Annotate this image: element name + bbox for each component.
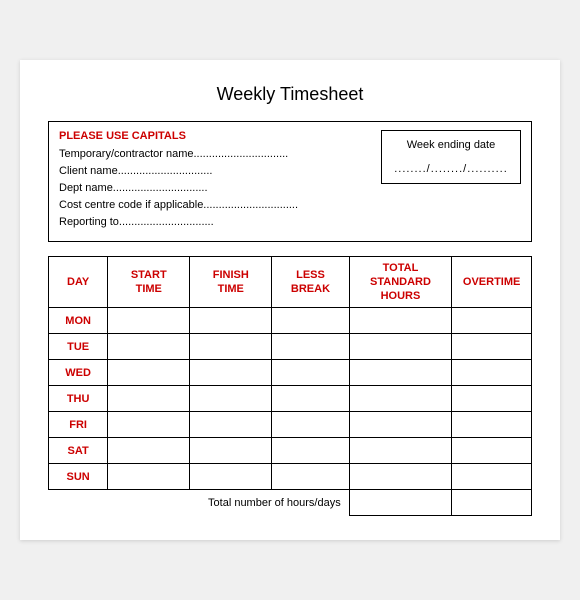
- table-row: SUN: [49, 464, 532, 490]
- start-time-cell[interactable]: [108, 308, 190, 334]
- table-row: MON: [49, 308, 532, 334]
- table-row: SAT: [49, 438, 532, 464]
- total-label: Total number of hours/days: [49, 490, 350, 516]
- header-day: DAY: [49, 256, 108, 308]
- start-time-cell[interactable]: [108, 360, 190, 386]
- less-break-cell[interactable]: [272, 464, 349, 490]
- overtime-cell[interactable]: [452, 386, 532, 412]
- week-ending-value: ......../......../..........: [390, 163, 512, 175]
- info-header: PLEASE USE CAPITALS: [59, 130, 365, 142]
- header-less: LESSBREAK: [272, 256, 349, 308]
- finish-time-cell[interactable]: [190, 308, 272, 334]
- header-finish: FINISHTIME: [190, 256, 272, 308]
- field-contractor: Temporary/contractor name...............…: [59, 148, 365, 160]
- total-hours-cell[interactable]: [349, 334, 452, 360]
- start-time-cell[interactable]: [108, 412, 190, 438]
- header-total: TOTALSTANDARDHOURS: [349, 256, 452, 308]
- header-start: STARTTIME: [108, 256, 190, 308]
- less-break-cell[interactable]: [272, 412, 349, 438]
- header-overtime: OVERTIME: [452, 256, 532, 308]
- overtime-cell[interactable]: [452, 464, 532, 490]
- start-time-cell[interactable]: [108, 386, 190, 412]
- less-break-cell[interactable]: [272, 438, 349, 464]
- finish-time-cell[interactable]: [190, 464, 272, 490]
- overtime-cell[interactable]: [452, 360, 532, 386]
- finish-time-cell[interactable]: [190, 412, 272, 438]
- finish-time-cell[interactable]: [190, 334, 272, 360]
- week-ending-box: Week ending date ......../......../.....…: [381, 130, 521, 184]
- total-hours-cell[interactable]: [349, 412, 452, 438]
- info-box: PLEASE USE CAPITALS Temporary/contractor…: [48, 121, 532, 242]
- total-hours-cell[interactable]: [349, 360, 452, 386]
- total-hours-cell[interactable]: [349, 464, 452, 490]
- total-hours-cell[interactable]: [349, 386, 452, 412]
- day-label: SAT: [49, 438, 108, 464]
- day-label: FRI: [49, 412, 108, 438]
- table-row: WED: [49, 360, 532, 386]
- timesheet-table: DAY STARTTIME FINISHTIME LESSBREAK TOTAL…: [48, 256, 532, 517]
- day-label: THU: [49, 386, 108, 412]
- total-hours-value[interactable]: [349, 490, 452, 516]
- less-break-cell[interactable]: [272, 386, 349, 412]
- total-row: Total number of hours/days: [49, 490, 532, 516]
- finish-time-cell[interactable]: [190, 438, 272, 464]
- field-costcentre: Cost centre code if applicable..........…: [59, 199, 365, 211]
- overtime-cell[interactable]: [452, 308, 532, 334]
- finish-time-cell[interactable]: [190, 360, 272, 386]
- less-break-cell[interactable]: [272, 308, 349, 334]
- field-reporting: Reporting to............................…: [59, 216, 365, 228]
- day-label: MON: [49, 308, 108, 334]
- start-time-cell[interactable]: [108, 334, 190, 360]
- start-time-cell[interactable]: [108, 438, 190, 464]
- finish-time-cell[interactable]: [190, 386, 272, 412]
- field-dept: Dept name...............................: [59, 182, 365, 194]
- overtime-cell[interactable]: [452, 412, 532, 438]
- timesheet-page: Weekly Timesheet PLEASE USE CAPITALS Tem…: [20, 60, 560, 541]
- week-ending-label: Week ending date: [390, 139, 512, 151]
- day-label: TUE: [49, 334, 108, 360]
- start-time-cell[interactable]: [108, 464, 190, 490]
- day-label: WED: [49, 360, 108, 386]
- page-title: Weekly Timesheet: [48, 84, 532, 105]
- total-hours-cell[interactable]: [349, 308, 452, 334]
- info-left: PLEASE USE CAPITALS Temporary/contractor…: [59, 130, 365, 233]
- less-break-cell[interactable]: [272, 360, 349, 386]
- table-row: TUE: [49, 334, 532, 360]
- total-hours-cell[interactable]: [349, 438, 452, 464]
- table-row: FRI: [49, 412, 532, 438]
- table-row: THU: [49, 386, 532, 412]
- less-break-cell[interactable]: [272, 334, 349, 360]
- field-client: Client name.............................…: [59, 165, 365, 177]
- total-overtime-value[interactable]: [452, 490, 532, 516]
- overtime-cell[interactable]: [452, 438, 532, 464]
- overtime-cell[interactable]: [452, 334, 532, 360]
- day-label: SUN: [49, 464, 108, 490]
